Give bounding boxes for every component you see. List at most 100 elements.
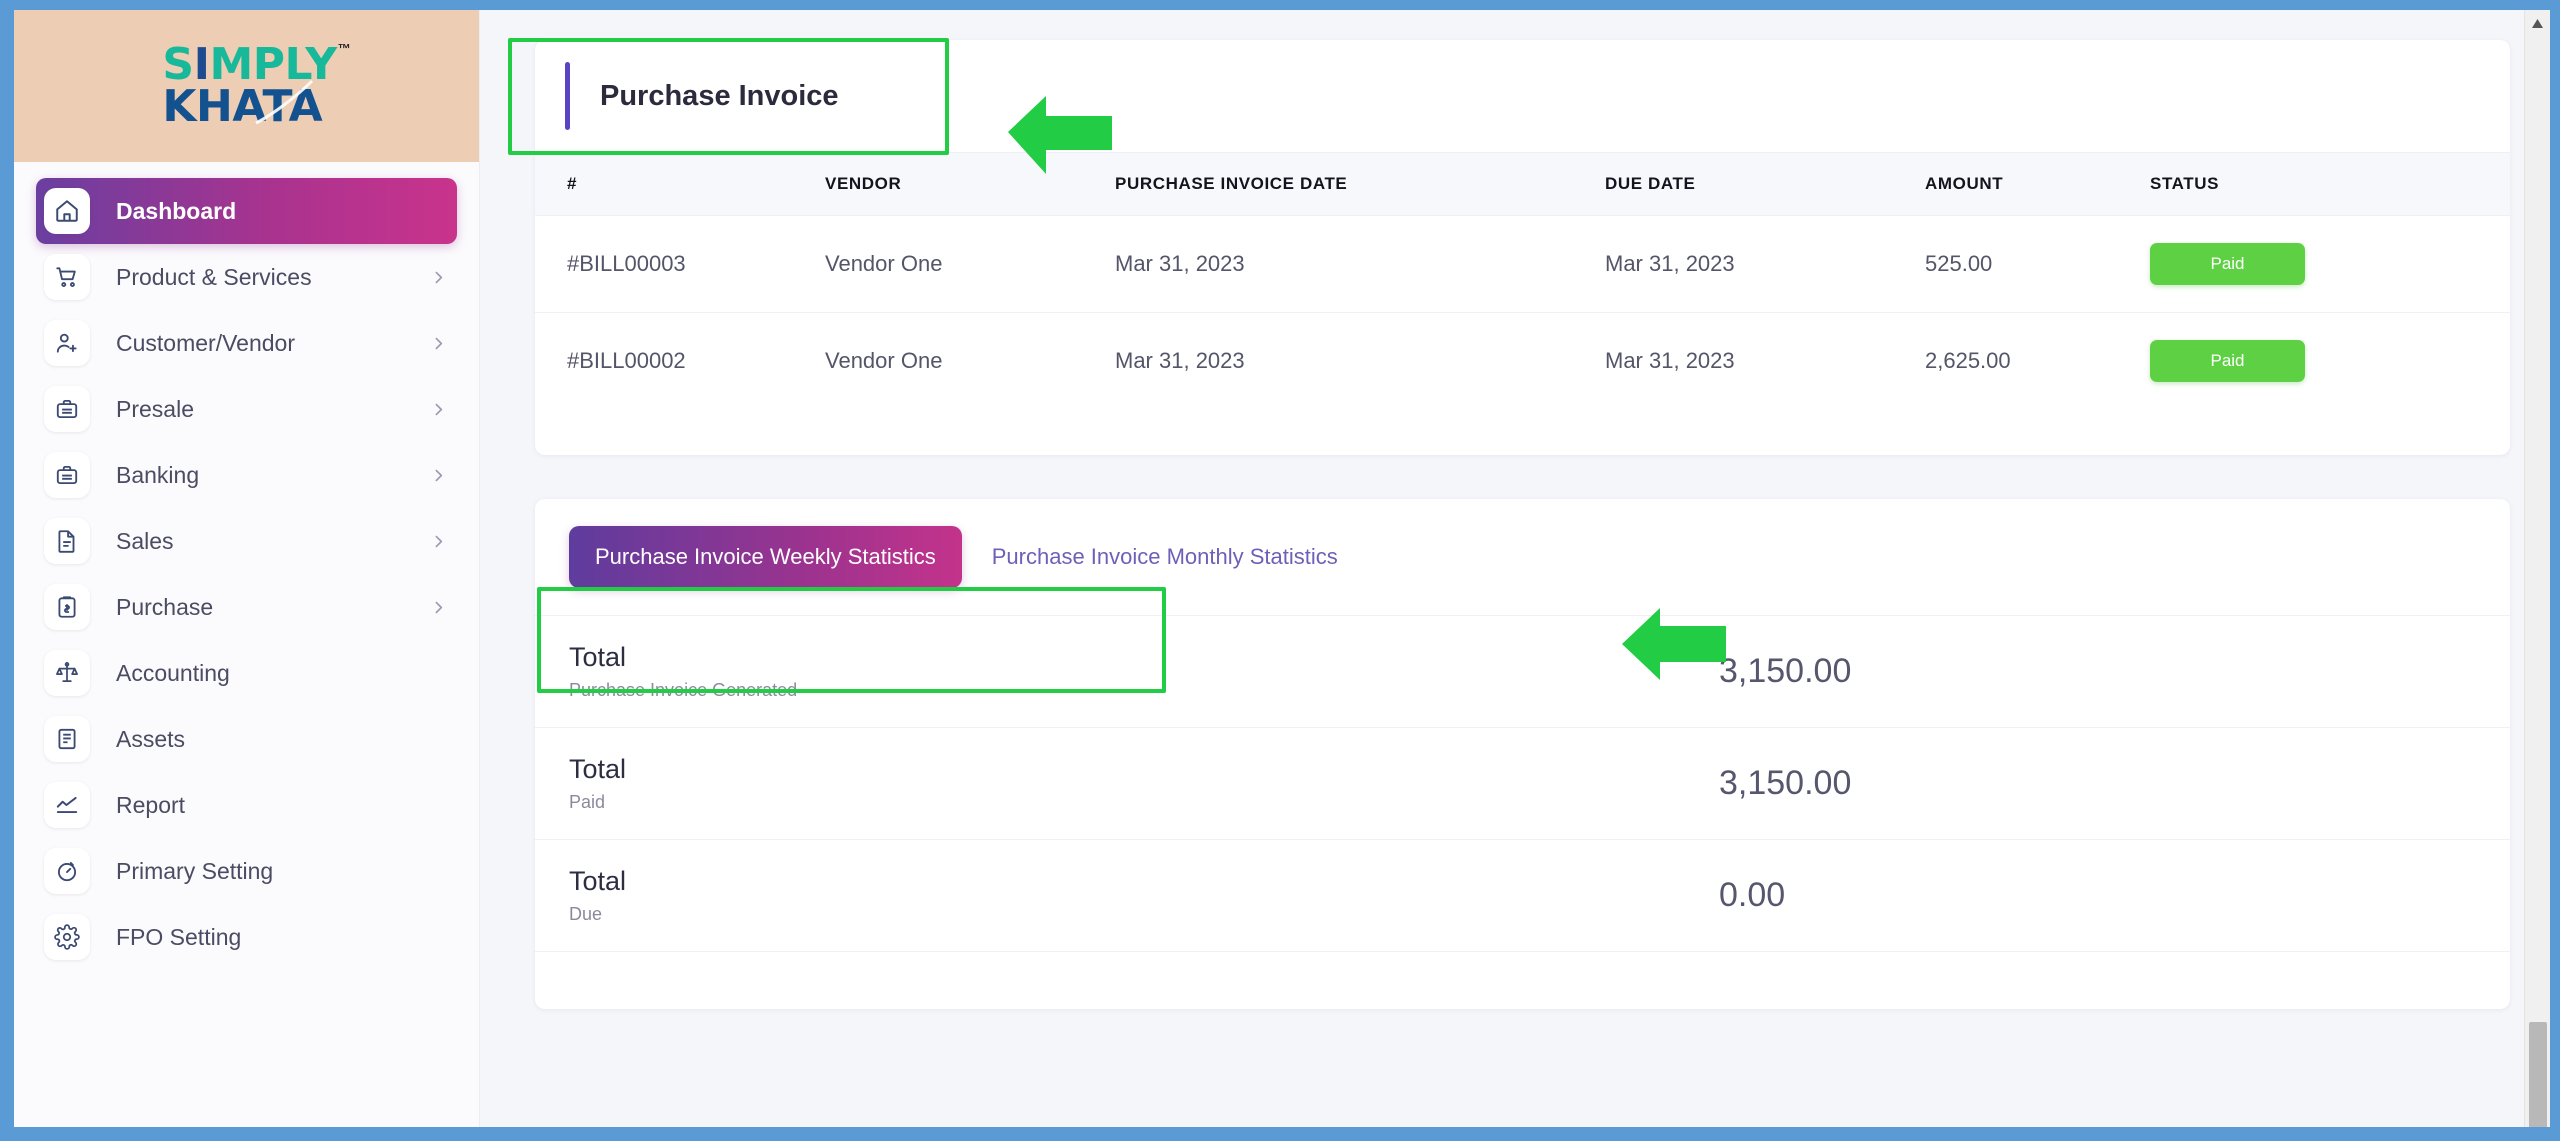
chevron-right-icon[interactable] bbox=[430, 599, 447, 616]
logo-text-top: SIMPLY bbox=[162, 38, 337, 90]
table-body: #BILL00003 Vendor One Mar 31, 2023 Mar 3… bbox=[535, 215, 2510, 410]
sidebar-item-sales[interactable]: Sales bbox=[36, 508, 457, 574]
table-row[interactable]: #BILL00003 Vendor One Mar 31, 2023 Mar 3… bbox=[535, 215, 2510, 313]
status-badge[interactable]: Paid bbox=[2150, 340, 2305, 382]
purchase-invoice-table: # VENDOR PURCHASE INVOICE DATE DUE DATE … bbox=[535, 152, 2510, 409]
sidebar-item-label: Product & Services bbox=[116, 263, 312, 290]
cell-number: #BILL00003 bbox=[535, 215, 825, 313]
table-row[interactable]: #BILL00002 Vendor One Mar 31, 2023 Mar 3… bbox=[535, 313, 2510, 410]
sidebar-item-customer-vendor[interactable]: Customer/Vendor bbox=[36, 310, 457, 376]
sidebar-item-presale[interactable]: Presale bbox=[36, 376, 457, 442]
scales-icon bbox=[44, 650, 90, 696]
sidebar-item-banking[interactable]: Banking bbox=[36, 442, 457, 508]
total-title: Total bbox=[569, 866, 627, 896]
chart-icon bbox=[44, 782, 90, 828]
cell-amount: 2,625.00 bbox=[1925, 348, 2011, 373]
cell-purchase-invoice-date: Mar 31, 2023 bbox=[1115, 348, 1245, 373]
column-header-amount[interactable]: AMOUNT bbox=[1925, 152, 2150, 216]
vertical-scrollbar[interactable] bbox=[2524, 10, 2550, 1127]
column-header-status[interactable]: STATUS bbox=[2150, 152, 2510, 216]
table-footer-spacer bbox=[535, 409, 2510, 455]
chevron-right-icon[interactable] bbox=[430, 401, 447, 418]
sidebar-item-label: Presale bbox=[116, 395, 194, 422]
sidebar-item-label: Accounting bbox=[116, 659, 230, 686]
column-header-due-date[interactable]: DUE DATE bbox=[1605, 152, 1925, 216]
cell-due-date: Mar 31, 2023 bbox=[1605, 215, 1925, 313]
stopwatch-icon bbox=[44, 848, 90, 894]
cell-vendor: Vendor One bbox=[825, 215, 1115, 313]
total-title: Total bbox=[569, 754, 627, 784]
total-title: Total bbox=[569, 642, 627, 672]
column-header-number[interactable]: # bbox=[535, 152, 825, 216]
sidebar-nav: Dashboard Product & Services Customer/Ve… bbox=[14, 162, 479, 970]
purchase-invoice-card: Purchase Invoice # VENDOR PURCHASE INVOI… bbox=[535, 40, 2510, 455]
tab-monthly-statistics[interactable]: Purchase Invoice Monthly Statistics bbox=[962, 526, 1368, 588]
sidebar-item-label: Customer/Vendor bbox=[116, 329, 295, 356]
screenshot-frame: SIMPLY KHATA ™ Dashboard Product & Servi… bbox=[0, 0, 2560, 1141]
total-label-group: Total Purchase Invoice Generated bbox=[569, 642, 1719, 701]
chevron-right-icon[interactable] bbox=[430, 335, 447, 352]
cell-due-date: Mar 31, 2023 bbox=[1605, 348, 1735, 373]
sidebar-item-label: Purchase bbox=[116, 593, 214, 620]
chevron-right-icon[interactable] bbox=[430, 467, 447, 484]
table-header: # VENDOR PURCHASE INVOICE DATE DUE DATE … bbox=[535, 152, 2510, 216]
status-badge[interactable]: Paid bbox=[2150, 243, 2305, 285]
sidebar-item-dashboard[interactable]: Dashboard bbox=[36, 178, 457, 244]
sidebar: SIMPLY KHATA ™ Dashboard Product & Servi… bbox=[14, 10, 480, 1127]
table-header-row: # VENDOR PURCHASE INVOICE DATE DUE DATE … bbox=[535, 152, 2510, 216]
total-subtitle: Purchase Invoice Generated bbox=[569, 680, 798, 700]
cell-amount: 525.00 bbox=[1925, 215, 2150, 313]
sidebar-item-label: FPO Setting bbox=[116, 923, 242, 950]
column-header-purchase-invoice-date[interactable]: PURCHASE INVOICE DATE bbox=[1115, 152, 1605, 216]
sidebar-item-accounting[interactable]: Accounting bbox=[36, 640, 457, 706]
total-value: 3,150.00 bbox=[1719, 652, 1852, 690]
sidebar-item-label: Dashboard bbox=[116, 197, 237, 224]
statistics-tabs: Purchase Invoice Weekly Statistics Purch… bbox=[535, 499, 2510, 615]
brand-logo[interactable]: SIMPLY KHATA ™ bbox=[14, 10, 479, 162]
chevron-right-icon[interactable] bbox=[430, 269, 447, 286]
total-label-group: Total Paid bbox=[569, 754, 1719, 813]
statistics-card-footer-spacer bbox=[535, 951, 2510, 1009]
briefcase-icon bbox=[44, 452, 90, 498]
purchase-invoice-statistics-card: Purchase Invoice Weekly Statistics Purch… bbox=[535, 499, 2510, 1009]
cell-status: Paid bbox=[2150, 215, 2510, 313]
total-subtitle: Paid bbox=[569, 792, 606, 812]
home-icon bbox=[44, 188, 90, 234]
cell-vendor: Vendor One bbox=[825, 348, 943, 373]
chevron-right-icon[interactable] bbox=[430, 533, 447, 550]
user-add-icon bbox=[44, 320, 90, 366]
briefcase-icon bbox=[44, 386, 90, 432]
purchase-invoice-header: Purchase Invoice bbox=[535, 40, 2510, 152]
sidebar-item-label: Primary Setting bbox=[116, 857, 274, 884]
total-label-group: Total Due bbox=[569, 866, 1719, 925]
total-value: 3,150.00 bbox=[1719, 764, 1852, 802]
page-title: Purchase Invoice bbox=[600, 79, 839, 112]
sidebar-item-purchase[interactable]: Purchase bbox=[36, 574, 457, 640]
tab-weekly-statistics[interactable]: Purchase Invoice Weekly Statistics bbox=[569, 526, 962, 588]
sidebar-item-label: Assets bbox=[116, 725, 186, 752]
cell-number: #BILL00002 bbox=[567, 348, 686, 373]
sidebar-item-report[interactable]: Report bbox=[36, 772, 457, 838]
sidebar-item-primary-setting[interactable]: Primary Setting bbox=[36, 838, 457, 904]
app-viewport: SIMPLY KHATA ™ Dashboard Product & Servi… bbox=[14, 10, 2550, 1127]
cell-purchase-invoice-date: Mar 31, 2023 bbox=[1115, 215, 1605, 313]
main-content: Purchase Invoice # VENDOR PURCHASE INVOI… bbox=[480, 10, 2550, 1127]
clipboard-icon bbox=[44, 584, 90, 630]
total-row-generated: Total Purchase Invoice Generated 3,150.0… bbox=[535, 615, 2510, 727]
sidebar-item-label: Sales bbox=[116, 527, 174, 554]
sidebar-item-label: Banking bbox=[116, 461, 200, 488]
document-icon bbox=[44, 518, 90, 564]
scrollbar-thumb[interactable] bbox=[2529, 1022, 2547, 1127]
total-row-due: Total Due 0.00 bbox=[535, 839, 2510, 951]
sidebar-item-product-services[interactable]: Product & Services bbox=[36, 244, 457, 310]
cell-status: Paid bbox=[2150, 313, 2510, 410]
sidebar-item-fpo-setting[interactable]: FPO Setting bbox=[36, 904, 457, 970]
sidebar-item-assets[interactable]: Assets bbox=[36, 706, 457, 772]
total-row-paid: Total Paid 3,150.00 bbox=[535, 727, 2510, 839]
total-subtitle: Due bbox=[569, 904, 603, 924]
scroll-up-arrow-icon[interactable] bbox=[2525, 10, 2550, 36]
cart-icon bbox=[44, 254, 90, 300]
column-header-vendor[interactable]: VENDOR bbox=[825, 152, 1115, 216]
note-icon bbox=[44, 716, 90, 762]
total-value: 0.00 bbox=[1719, 876, 1786, 914]
